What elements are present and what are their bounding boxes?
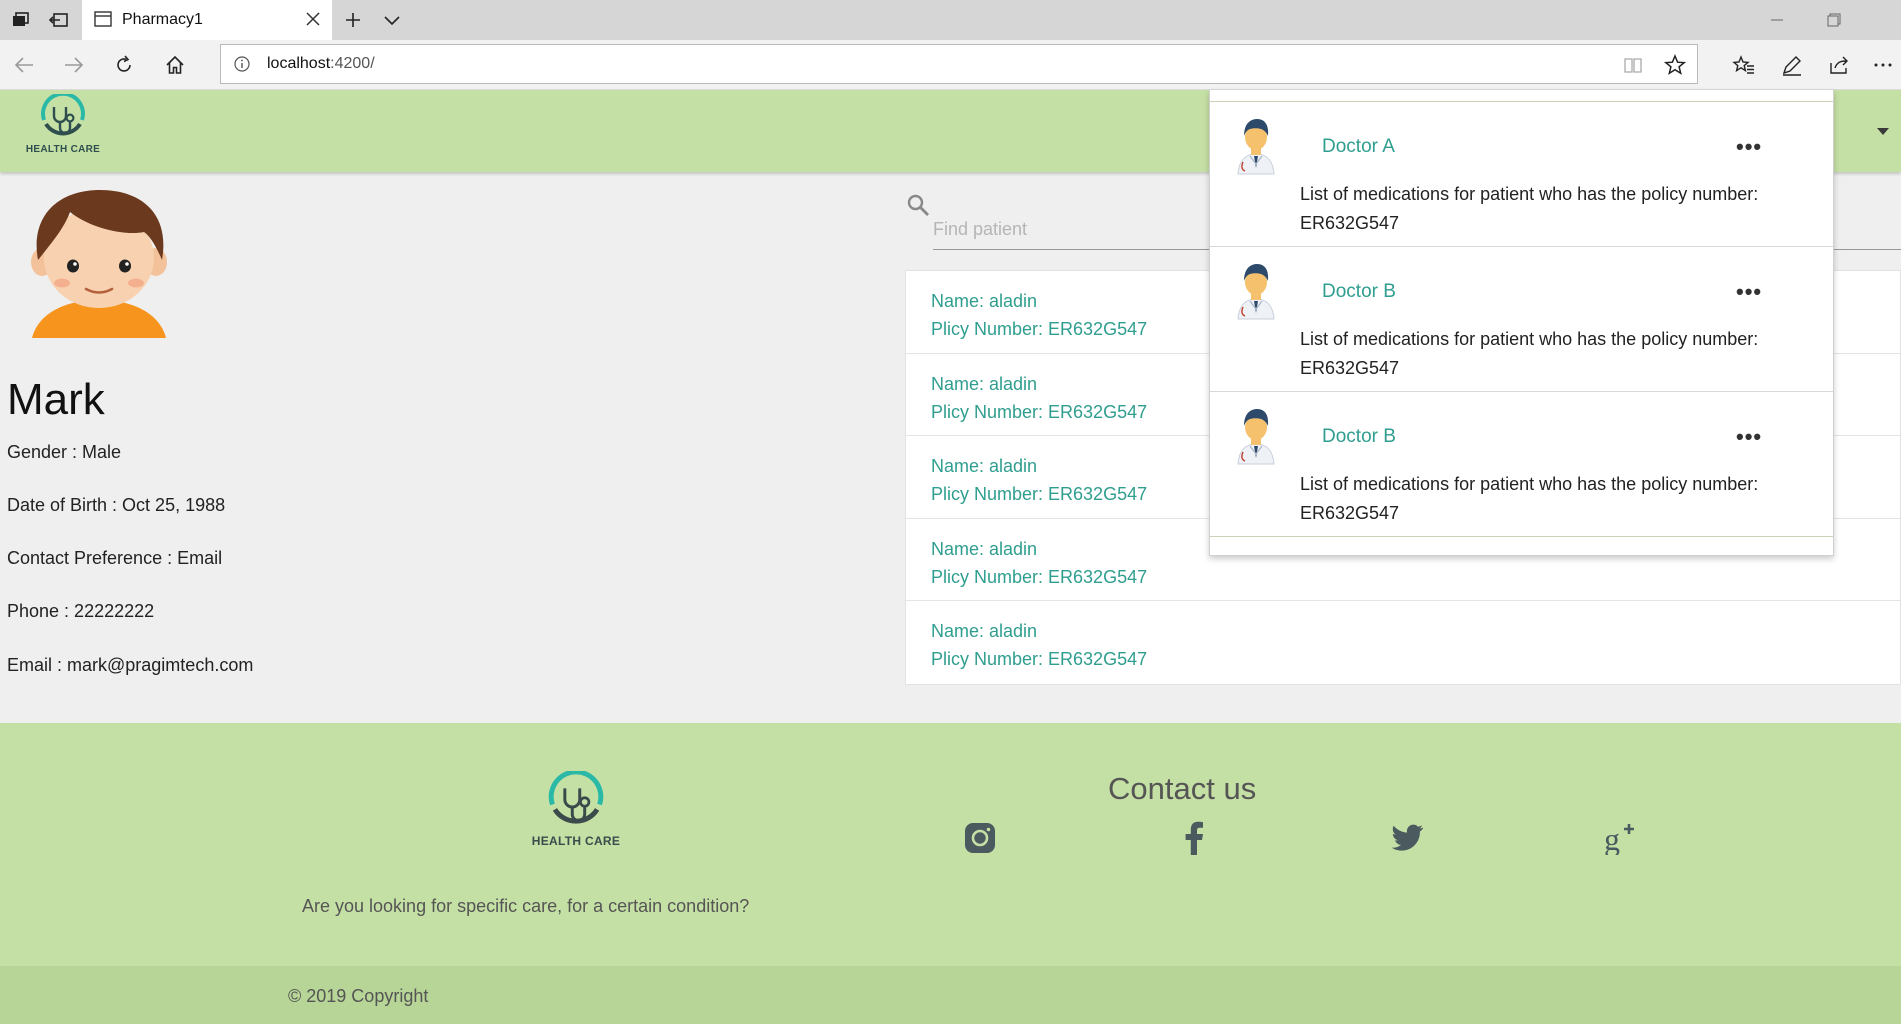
more-options-icon[interactable]: ••• xyxy=(1736,279,1762,305)
favorites-hub-icon[interactable] xyxy=(1730,52,1758,78)
footer-logo[interactable]: HEALTH CARE xyxy=(528,771,624,848)
tab-title: Pharmacy1 xyxy=(122,11,203,28)
tab-list-chevron-icon[interactable] xyxy=(379,8,405,32)
stethoscope-logo-icon xyxy=(548,771,604,824)
patient-name: Name: aladin xyxy=(931,621,1038,642)
profile-email: Email : mark@pragimtech.com xyxy=(7,655,254,675)
url-host: localhost xyxy=(267,55,331,72)
home-icon[interactable] xyxy=(161,52,189,78)
restore-icon[interactable] xyxy=(1823,10,1845,30)
doctor-message: List of medications for patient who has … xyxy=(1300,184,1759,233)
minimize-icon[interactable] xyxy=(1766,10,1788,30)
doctor-avatar-icon xyxy=(1234,261,1278,321)
svg-text:g: g xyxy=(1604,821,1620,855)
more-icon[interactable] xyxy=(1870,52,1896,78)
favorite-star-icon[interactable] xyxy=(1663,53,1687,77)
header-logo-text: HEALTH CARE xyxy=(25,144,101,155)
url-text[interactable]: localhost:4200/ xyxy=(267,55,375,73)
footer-logo-text: HEALTH CARE xyxy=(531,834,621,848)
url-port: :4200/ xyxy=(330,55,375,72)
instagram-icon[interactable] xyxy=(962,820,998,856)
doctor-name[interactable]: Doctor B xyxy=(1322,281,1396,303)
header-logo[interactable]: HEALTH CARE xyxy=(24,94,102,155)
doctor-card[interactable]: Doctor B ••• List of medications for pat… xyxy=(1210,392,1833,537)
back-icon[interactable] xyxy=(10,52,38,78)
contact-us-heading: Contact us xyxy=(1108,771,1257,806)
footer: HEALTH CARE Are you looking for specific… xyxy=(0,723,1901,966)
facebook-icon[interactable] xyxy=(1176,820,1212,856)
user-avatar xyxy=(24,186,174,342)
profile-phone: Phone : 22222222 xyxy=(7,601,155,621)
address-bar[interactable]: localhost:4200/ xyxy=(220,44,1698,84)
profile-gender: Gender : Male xyxy=(7,442,122,462)
more-options-icon[interactable]: ••• xyxy=(1736,134,1762,160)
google-plus-icon[interactable]: g xyxy=(1604,820,1640,856)
tab-page-icon xyxy=(94,11,112,27)
reading-view-icon[interactable] xyxy=(1621,53,1645,77)
doctor-name[interactable]: Doctor A xyxy=(1322,136,1395,158)
doctor-avatar-icon xyxy=(1234,406,1278,466)
refresh-icon[interactable] xyxy=(110,52,138,78)
profile-contact-preference: Contact Preference : Email xyxy=(7,548,223,568)
new-tab-icon[interactable] xyxy=(340,8,366,32)
task-view-icon[interactable] xyxy=(8,8,34,32)
info-icon[interactable] xyxy=(233,55,251,73)
patient-policy-number: Plicy Number: ER632G547 xyxy=(931,649,1148,670)
browser-tab[interactable]: Pharmacy1 xyxy=(82,0,332,40)
stethoscope-logo-icon xyxy=(41,94,85,136)
doctor-avatar-icon xyxy=(1234,116,1278,176)
pen-icon[interactable] xyxy=(1778,52,1806,78)
doctor-name[interactable]: Doctor B xyxy=(1322,426,1396,448)
more-options-icon[interactable]: ••• xyxy=(1736,424,1762,450)
profile-name: Mark xyxy=(7,375,105,424)
back-tabs-icon[interactable] xyxy=(46,8,72,32)
doctor-card[interactable]: Doctor B ••• List of medications for pat… xyxy=(1210,247,1833,392)
header-dropdown-caret-icon[interactable] xyxy=(1877,128,1889,135)
share-icon[interactable] xyxy=(1826,52,1854,78)
copyright-bar: © 2019 Copyright xyxy=(0,966,1901,1024)
patient-list-item[interactable]: Name: aladin Plicy Number: ER632G547 xyxy=(906,601,1900,684)
search-icon xyxy=(906,193,930,217)
close-icon[interactable] xyxy=(304,10,322,28)
browser-nav-bar: localhost:4200/ xyxy=(0,40,1901,90)
browser-tab-bar: Pharmacy1 xyxy=(0,0,1901,40)
doctor-card[interactable]: Doctor A ••• List of medications for pat… xyxy=(1210,102,1833,247)
doctor-notifications-dropdown: Doctor A ••• List of medications for pat… xyxy=(1209,90,1834,556)
doctor-message: List of medications for patient who has … xyxy=(1300,474,1759,523)
copyright-text: © 2019 Copyright xyxy=(288,986,429,1006)
forward-icon[interactable] xyxy=(60,52,88,78)
footer-tagline: Are you looking for specific care, for a… xyxy=(302,896,750,916)
doctor-message: List of medications for patient who has … xyxy=(1300,329,1759,378)
profile-date-of-birth: Date of Birth : Oct 25, 1988 xyxy=(7,495,226,515)
patient-policy-number: Plicy Number: ER632G547 xyxy=(931,566,1148,587)
twitter-icon[interactable] xyxy=(1390,820,1426,856)
